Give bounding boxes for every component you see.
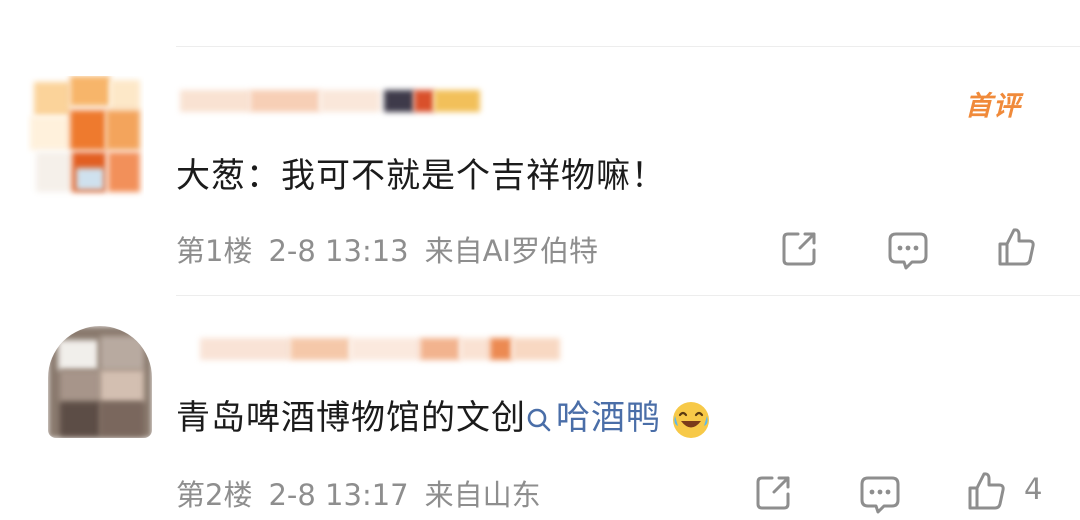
search-icon (527, 408, 551, 431)
floor-number: 第2楼 (176, 478, 253, 512)
floor-number: 第1楼 (176, 234, 253, 268)
comment-meta: 第1楼 2-8 13:13 来自AI罗伯特 (176, 228, 614, 270)
like-icon (968, 472, 1005, 510)
share-icon (756, 476, 790, 510)
comment-item: 青岛啤酒博物馆的文创 哈酒鸭 第2楼 2-8 13:17 来自山东 4 (0, 296, 1080, 514)
comment-source: 来自AI罗伯特 (424, 234, 599, 268)
comment-item: 首评 大葱：我可不就是个吉祥物嘛！ 第1楼 2-8 13:13 来自AI罗伯特 (0, 0, 1080, 296)
username[interactable] (180, 88, 480, 114)
share-button[interactable] (752, 470, 796, 514)
comment-time: 2-8 13:13 (268, 234, 409, 268)
avatar[interactable] (48, 326, 152, 438)
topic-search-link[interactable]: 哈酒鸭 (526, 398, 661, 438)
avatar[interactable] (26, 76, 144, 202)
share-button[interactable] (778, 226, 822, 270)
comment-text: 大葱：我可不就是个吉祥物嘛！ (176, 156, 666, 196)
comment-body: 青岛啤酒博物馆的文创 (176, 398, 526, 438)
laughing-emoji-icon (673, 401, 709, 438)
comment-source: 来自山东 (424, 478, 541, 512)
share-icon (782, 232, 816, 266)
comment-time: 2-8 13:17 (268, 478, 409, 512)
first-comment-badge: 首评 (965, 91, 1021, 122)
topic-label: 哈酒鸭 (556, 398, 661, 438)
username[interactable] (200, 336, 560, 362)
like-icon (998, 228, 1035, 266)
like-button[interactable] (964, 468, 1008, 512)
comment-meta: 第2楼 2-8 13:17 来自山东 (176, 472, 557, 514)
like-count: 4 (1024, 472, 1043, 506)
reply-button[interactable] (858, 472, 902, 516)
like-button[interactable] (994, 224, 1038, 268)
comment-icon (888, 232, 928, 270)
comment-icon (860, 476, 900, 514)
comment-text: 青岛啤酒博物馆的文创 哈酒鸭 (176, 390, 711, 440)
reply-button[interactable] (886, 228, 930, 272)
